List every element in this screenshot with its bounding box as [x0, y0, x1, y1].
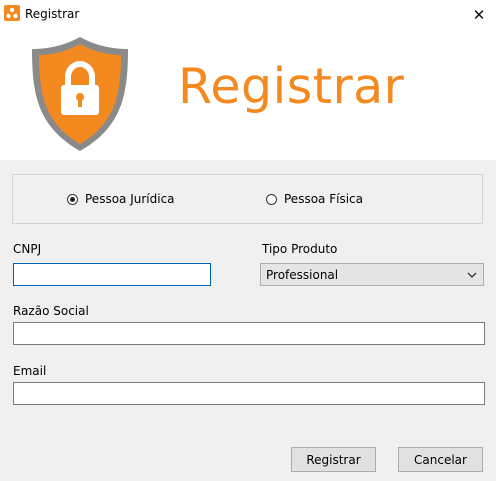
close-button[interactable]: ✕: [462, 0, 496, 30]
close-icon: ✕: [472, 6, 486, 24]
app-icon: [4, 5, 20, 21]
cnpj-label: CNPJ: [13, 242, 42, 256]
header-banner: Registrar: [0, 30, 496, 160]
title-bar: Registrar ✕: [0, 0, 496, 30]
select-value: Professional: [266, 268, 339, 282]
radio-circle-checked[interactable]: [67, 193, 78, 205]
radio-label: Pessoa Física: [284, 192, 363, 206]
person-type-group: Pessoa Jurídica Pessoa Física: [12, 174, 483, 224]
lock-shield-icon: [32, 37, 128, 151]
cancelar-button[interactable]: Cancelar: [398, 447, 483, 472]
tipo-produto-label: Tipo Produto: [262, 242, 338, 256]
banner-title: Registrar: [178, 58, 405, 115]
window-title: Registrar: [25, 7, 80, 21]
email-label: Email: [13, 364, 47, 378]
chevron-down-icon: [467, 272, 477, 278]
email-input[interactable]: [13, 382, 485, 405]
cnpj-input[interactable]: [13, 263, 211, 286]
registrar-button[interactable]: Registrar: [291, 447, 376, 472]
radio-pessoa-juridica[interactable]: Pessoa Jurídica: [67, 192, 175, 206]
radio-circle[interactable]: [266, 193, 277, 205]
razao-social-input[interactable]: [13, 322, 485, 345]
radio-label: Pessoa Jurídica: [85, 192, 175, 206]
radio-pessoa-fisica[interactable]: Pessoa Física: [266, 192, 363, 206]
button-label: Registrar: [306, 452, 361, 467]
button-label: Cancelar: [414, 452, 467, 467]
tipo-produto-select[interactable]: Professional: [260, 263, 484, 286]
razao-social-label: Razão Social: [13, 304, 89, 318]
